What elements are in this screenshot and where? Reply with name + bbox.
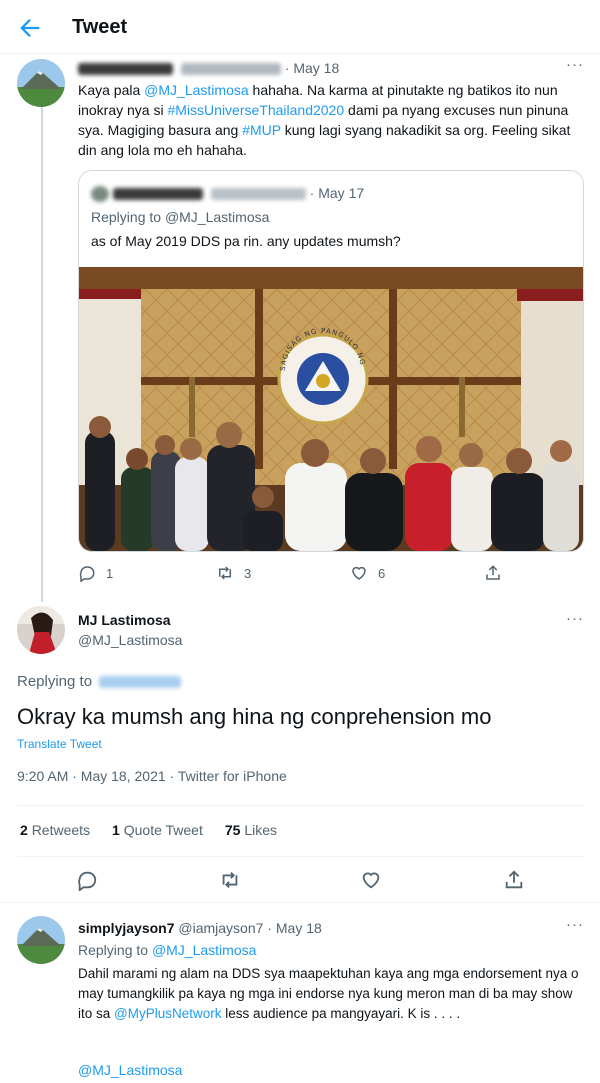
- tweet-text: Kaya pala @MJ_Lastimosa hahaha. Na karma…: [78, 82, 571, 158]
- retweet-icon[interactable]: [219, 869, 241, 891]
- quotes-stat[interactable]: 1 Quote Tweet: [112, 822, 203, 838]
- divider: [17, 856, 584, 857]
- blurred-avatar: [91, 186, 109, 203]
- header-bar: Tweet: [0, 0, 600, 54]
- divider: [0, 902, 600, 903]
- hashtag-link[interactable]: #MUP: [242, 122, 281, 138]
- like-button[interactable]: 6: [350, 564, 385, 582]
- translate-link[interactable]: Translate Tweet: [17, 737, 102, 751]
- more-options-icon[interactable]: ···: [566, 610, 584, 627]
- reply-count: 1: [106, 565, 114, 581]
- replying-to: Replying to @MJ_Lastimosa: [78, 942, 257, 958]
- thread-connector-line: [41, 104, 43, 602]
- quoted-tweet-header: · May 17: [91, 185, 365, 203]
- retweet-button[interactable]: 3: [216, 564, 251, 582]
- like-count: 6: [378, 565, 386, 581]
- blurred-name: [78, 63, 173, 76]
- hashtag-link[interactable]: #MissUniverseThailand2020: [167, 102, 344, 118]
- mention-link[interactable]: @MyPlusNetwork: [114, 1006, 221, 1021]
- replying-to: Replying to @MJ_Lastimosa: [91, 209, 270, 225]
- avatar[interactable]: [17, 606, 65, 654]
- back-arrow-icon[interactable]: [16, 14, 44, 42]
- author-handle[interactable]: @iamjayson7: [178, 920, 263, 936]
- blurred-handle: [210, 188, 306, 201]
- likes-stat[interactable]: 75 Likes: [225, 822, 277, 838]
- blurred-name: [112, 188, 203, 201]
- more-options-icon[interactable]: ···: [566, 916, 584, 933]
- tweet-text: Okray ka mumsh ang hina ng conprehension…: [17, 704, 492, 729]
- author-name[interactable]: MJ Lastimosa: [78, 612, 171, 628]
- retweet-count: 3: [244, 565, 252, 581]
- share-icon[interactable]: [503, 869, 525, 891]
- divider: [17, 805, 584, 806]
- share-icon[interactable]: [484, 564, 502, 582]
- tweet-timestamp[interactable]: 9:20 AM · May 18, 2021 · Twitter for iPh…: [17, 768, 287, 784]
- mention-link[interactable]: @MJ_Lastimosa: [152, 942, 256, 958]
- author-handle[interactable]: @MJ_Lastimosa: [78, 632, 182, 648]
- tweet-date[interactable]: May 18: [276, 920, 322, 936]
- author-name[interactable]: simplyjayson7: [78, 920, 175, 936]
- avatar[interactable]: [17, 59, 65, 107]
- heart-icon[interactable]: [360, 869, 382, 891]
- retweet-icon: [219, 566, 231, 580]
- quoted-tweet-date: May 17: [318, 185, 365, 201]
- blurred-handle: [180, 63, 281, 76]
- tweet-stats: 2 Retweets 1 Quote Tweet 75 Likes: [20, 822, 277, 838]
- more-options-icon[interactable]: ···: [566, 56, 584, 73]
- reply-icon: [79, 566, 95, 582]
- mention-link[interactable]: @MJ_Lastimosa: [144, 82, 248, 98]
- tweet-header: simplyjayson7 @iamjayson7 · May 18: [78, 920, 322, 936]
- tweet-photo[interactable]: SAGISAG NG PANGULO NG PILIPINAS: [79, 267, 583, 551]
- heart-icon: [352, 566, 366, 580]
- retweets-stat[interactable]: 2 Retweets: [20, 822, 90, 838]
- tweet-text: Dahil marami ng alam na DDS sya maapektu…: [78, 966, 579, 1021]
- mention-link[interactable]: @MJ_Lastimosa: [78, 1062, 182, 1078]
- page-title: Tweet: [72, 16, 128, 38]
- reply-button[interactable]: 1: [78, 564, 113, 582]
- quoted-tweet-text: as of May 2019 DDS pa rin. any updates m…: [91, 233, 401, 249]
- tweet-header: · May 18: [78, 60, 339, 78]
- replying-to: Replying to: [17, 673, 182, 690]
- avatar[interactable]: [17, 916, 65, 964]
- blurred-handle[interactable]: [99, 676, 182, 689]
- reply-icon[interactable]: [76, 869, 98, 891]
- quoted-tweet-card[interactable]: · May 17 Replying to @MJ_Lastimosa as of…: [78, 170, 584, 552]
- tweet-date[interactable]: May 18: [293, 60, 339, 76]
